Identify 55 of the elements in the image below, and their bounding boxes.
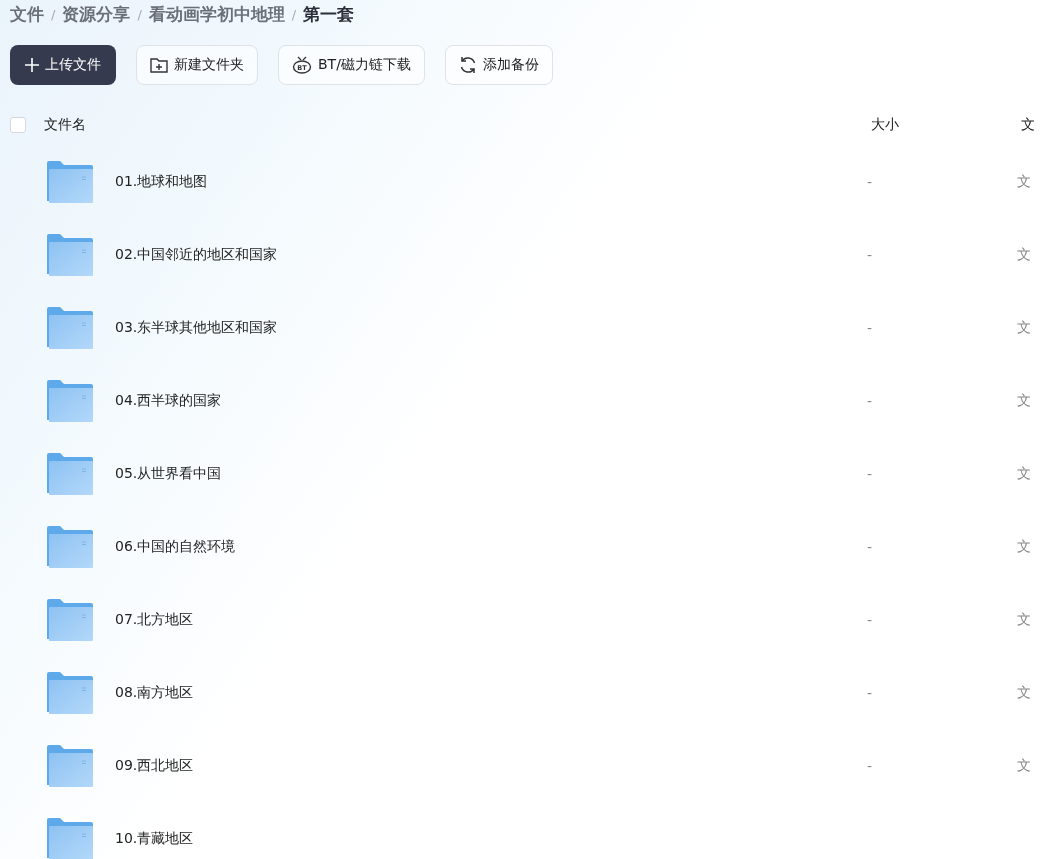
breadcrumb-item: 第一套 <box>303 2 355 26</box>
file-name[interactable]: 08.南方地区 <box>115 683 194 700</box>
column-header[interactable]: 文 <box>1021 116 1035 132</box>
folder-icon <box>47 671 93 714</box>
sync-icon <box>458 56 477 74</box>
folder-icon <box>47 744 93 787</box>
file-size: - <box>867 465 873 482</box>
breadcrumb-item[interactable]: 看动画学初中地理 <box>148 2 285 26</box>
file-name[interactable]: 06.中国的自然环境 <box>115 537 236 554</box>
file-size: - <box>867 538 873 555</box>
file-size: - <box>867 246 873 263</box>
file-name[interactable]: 03.东半球其他地区和国家 <box>115 318 278 335</box>
table-cell: 文 <box>1017 172 1031 189</box>
upload-button[interactable]: 上传文件 <box>10 45 116 85</box>
folder-icon <box>47 306 93 349</box>
table-cell: 文 <box>1017 318 1031 335</box>
file-size: - <box>867 319 873 336</box>
file-name[interactable]: 04.西半球的国家 <box>115 391 222 408</box>
folder-plus-icon <box>150 57 168 73</box>
new-folder-button[interactable]: 新建文件夹 <box>136 45 258 85</box>
file-name[interactable]: 05.从世界看中国 <box>115 464 222 481</box>
breadcrumb-separator: / <box>51 6 56 22</box>
file-name[interactable]: 07.北方地区 <box>115 610 194 627</box>
file-name[interactable]: 01.地球和地图 <box>115 172 208 189</box>
file-size: - <box>867 392 873 409</box>
file-size: - <box>867 611 873 628</box>
breadcrumb-item[interactable]: 文件 <box>10 2 44 26</box>
file-size: - <box>867 757 873 774</box>
table-cell: 文 <box>1017 464 1031 481</box>
table-cell: 文 <box>1017 245 1031 262</box>
table-cell: 文 <box>1017 610 1031 627</box>
table-cell: 文 <box>1017 756 1031 773</box>
file-name[interactable]: 02.中国邻近的地区和国家 <box>115 245 278 262</box>
folder-icon <box>47 160 93 203</box>
folder-icon <box>47 817 93 859</box>
breadcrumb-item[interactable]: 资源分享 <box>62 2 131 26</box>
add-backup-button[interactable]: 添加备份 <box>444 45 553 85</box>
plus-icon <box>25 58 39 72</box>
select-all-checkbox[interactable] <box>10 117 26 133</box>
column-header[interactable]: 文件名 <box>44 116 86 132</box>
folder-icon <box>47 598 93 641</box>
breadcrumb-separator: / <box>137 6 142 22</box>
folder-icon <box>47 233 93 276</box>
breadcrumb-separator: / <box>291 6 297 22</box>
folder-icon <box>47 379 93 422</box>
file-name[interactable]: 09.西北地区 <box>115 756 194 773</box>
column-header[interactable]: 大小 <box>871 116 899 132</box>
table-cell: 文 <box>1017 683 1031 700</box>
table-cell: 文 <box>1017 537 1031 554</box>
folder-icon <box>47 452 93 495</box>
file-size: - <box>867 173 873 190</box>
table-cell: 文 <box>1017 391 1031 408</box>
file-size: - <box>867 684 873 701</box>
folder-icon <box>47 525 93 568</box>
file-name[interactable]: 10.青藏地区 <box>115 829 194 846</box>
